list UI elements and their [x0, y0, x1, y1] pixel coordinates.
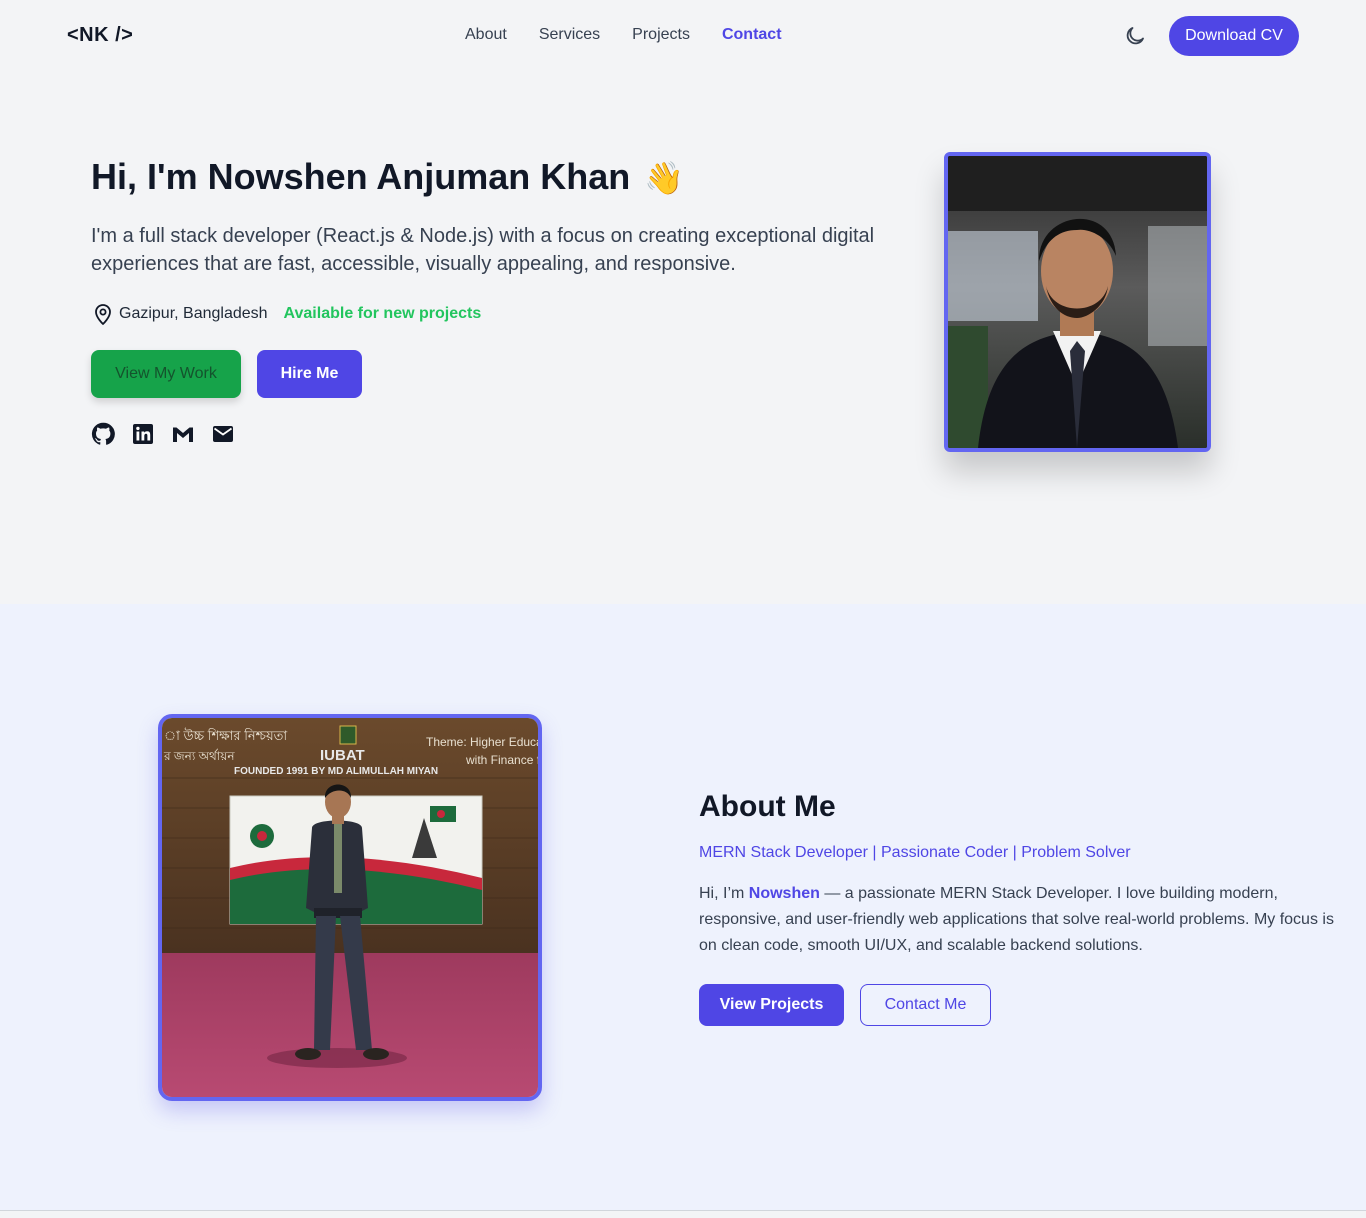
gmail-icon [173, 427, 193, 442]
photo-theme-line-2: with Finance fo [465, 753, 538, 767]
about-photo: া উচ্চ শিক্ষার নিশ্চয়তা র জন্য অর্থায়ন… [158, 714, 542, 1101]
hire-me-button[interactable]: Hire Me [257, 350, 362, 398]
profile-photo-image [948, 156, 1207, 448]
profile-photo [944, 152, 1211, 452]
location-row: Gazipur, Bangladesh Available for new pr… [91, 302, 481, 326]
location-text: Gazipur, Bangladesh [119, 305, 268, 322]
github-link[interactable] [91, 422, 115, 446]
nav-services[interactable]: Services [539, 26, 600, 44]
photo-banner-title: IUBAT [320, 747, 365, 764]
about-title: About Me [699, 790, 836, 823]
photo-banner-subtitle: FOUNDED 1991 BY MD ALIMULLAH MIYAN [234, 766, 438, 777]
email-link[interactable] [211, 422, 235, 446]
view-my-work-button[interactable]: View My Work [91, 350, 241, 398]
nav-about[interactable]: About [465, 26, 507, 44]
main-nav: About Services Projects Contact [465, 26, 782, 44]
about-description: Hi, I’m Nowshen — a passionate MERN Stac… [699, 881, 1349, 959]
contact-me-button[interactable]: Contact Me [860, 984, 991, 1026]
section-divider [0, 1210, 1366, 1211]
hero-title: Hi, I'm Nowshen Anjuman Khan 👋 [91, 156, 684, 198]
nav-contact[interactable]: Contact [722, 26, 782, 44]
view-projects-button[interactable]: View Projects [699, 984, 844, 1026]
gmail-link[interactable] [171, 422, 195, 446]
linkedin-link[interactable] [131, 422, 155, 446]
linkedin-icon [133, 424, 153, 444]
about-text-prefix: Hi, I’m [699, 885, 749, 902]
theme-toggle-button[interactable] [1123, 24, 1147, 48]
github-icon [91, 422, 115, 445]
about-subtitle: MERN Stack Developer | Passionate Coder … [699, 844, 1131, 861]
about-photo-image: া উচ্চ শিক্ষার নিশ্চয়তা র জন্য অর্থায়ন… [162, 718, 538, 1097]
hero-title-text: Hi, I'm Nowshen Anjuman Khan [91, 156, 631, 197]
site-header: <NK /> About Services Projects Contact D… [0, 0, 1366, 72]
logo[interactable]: <NK /> [67, 24, 133, 47]
photo-bangla-line-2: র জন্য অর্থায়ন [163, 749, 235, 763]
photo-theme-line-1: Theme: Higher Educati [426, 735, 538, 749]
hero-description: I'm a full stack developer (React.js & N… [91, 225, 875, 275]
download-cv-button[interactable]: Download CV [1169, 16, 1299, 56]
social-links [91, 422, 235, 446]
about-name-highlight: Nowshen [748, 885, 820, 902]
availability-status: Available for new projects [283, 305, 482, 322]
wave-emoji: 👋 [644, 160, 685, 196]
map-pin-icon [95, 304, 111, 325]
photo-bangla-line-1: া উচ্চ শিক্ষার নিশ্চয়তা [164, 728, 287, 743]
moon-icon [1126, 27, 1144, 45]
mail-icon [213, 426, 233, 442]
nav-projects[interactable]: Projects [632, 26, 690, 44]
